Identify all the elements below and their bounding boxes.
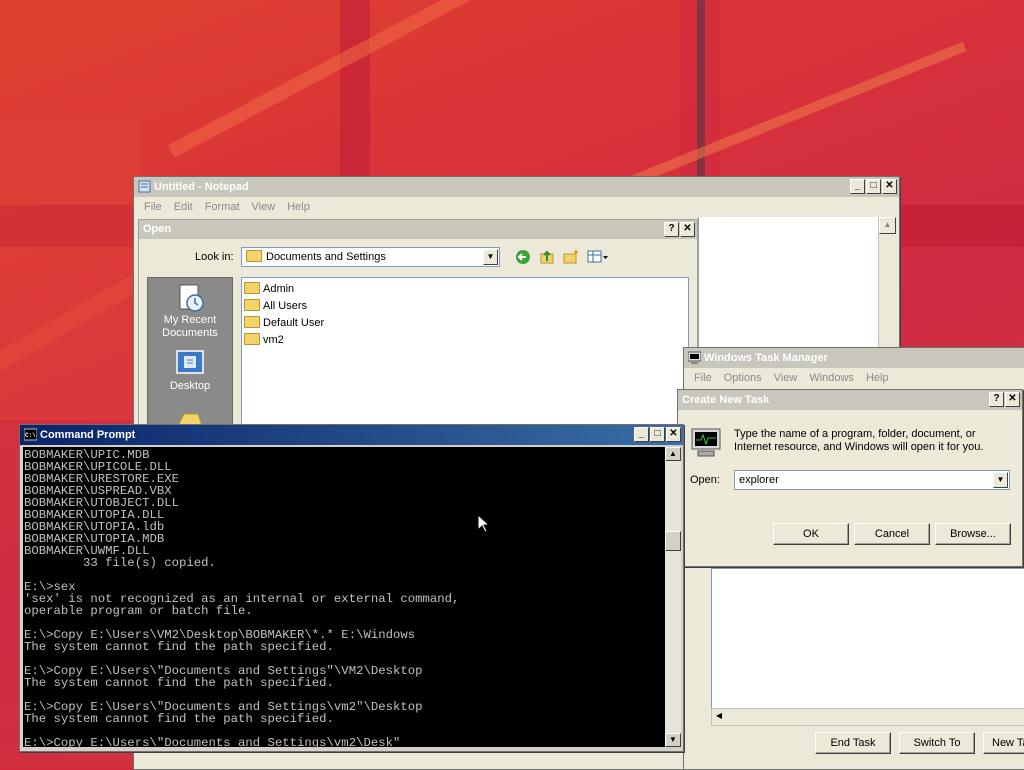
run-program-icon: [690, 426, 724, 460]
places-label: My Recent: [163, 314, 217, 326]
chevron-down-icon[interactable]: ▼: [483, 249, 498, 265]
help-button[interactable]: ?: [989, 392, 1004, 407]
console-line: 33 file(s) copied.: [24, 556, 216, 570]
open-dialog-title: Open: [143, 223, 172, 235]
up-folder-icon[interactable]: [539, 249, 555, 265]
notepad-title: Untitled - Notepad: [154, 181, 249, 193]
menu-file[interactable]: File: [138, 197, 168, 217]
wallpaper-streak: [167, 0, 493, 158]
create-task-prompt: Type the name of a program, folder, docu…: [734, 428, 984, 453]
lookin-value: Documents and Settings: [266, 251, 386, 263]
scroll-up-arrow-icon[interactable]: ▲: [879, 217, 896, 234]
places-label: Desktop: [169, 380, 211, 392]
menu-file[interactable]: File: [688, 368, 718, 388]
mouse-cursor-icon: [477, 513, 491, 533]
maximize-button[interactable]: □: [650, 427, 665, 442]
notepad-icon: [138, 180, 151, 193]
switch-to-button[interactable]: Switch To: [899, 732, 975, 754]
task-list-hscrollbar[interactable]: ◀: [711, 708, 1024, 726]
file-item[interactable]: Default User: [244, 315, 324, 332]
console-line: E:\>Copy E:\Users\"Documents and Setting…: [24, 736, 401, 750]
folder-icon: [244, 333, 260, 346]
places-item-recent[interactable]: My Recent Documents: [148, 278, 232, 344]
menu-view[interactable]: View: [768, 368, 804, 388]
console-icon: C:\: [23, 428, 38, 441]
scroll-left-arrow-icon[interactable]: ◀: [712, 709, 726, 723]
file-item-label: All Users: [263, 300, 308, 312]
svg-text:C:\: C:\: [25, 432, 36, 439]
close-button[interactable]: ✕: [1005, 392, 1020, 407]
lookin-label: Look in:: [195, 251, 234, 263]
close-button[interactable]: ✕: [882, 179, 897, 194]
scroll-thumb[interactable]: [665, 531, 681, 551]
command-prompt-titlebar[interactable]: C:\ Command Prompt _ □ ✕: [20, 425, 683, 445]
create-task-title: Create New Task: [682, 394, 770, 406]
minimize-button[interactable]: _: [634, 427, 649, 442]
menu-help[interactable]: Help: [281, 197, 316, 217]
close-button[interactable]: ✕: [680, 222, 695, 237]
new-task-button[interactable]: New Ta: [983, 732, 1024, 754]
wallpaper-block: [0, 120, 140, 420]
file-item[interactable]: Admin: [244, 281, 324, 298]
file-item-label: vm2: [263, 334, 284, 346]
menu-edit[interactable]: Edit: [168, 197, 199, 217]
places-label: Documents: [162, 327, 218, 339]
console-line: The system cannot find the path specifie…: [24, 712, 334, 726]
task-list[interactable]: [711, 568, 1024, 724]
create-new-task-dialog: Create New Task ? ✕ Type the name of a p…: [677, 389, 1023, 567]
new-folder-icon[interactable]: [563, 249, 579, 265]
open-dialog-titlebar[interactable]: Open ? ✕: [139, 220, 697, 239]
close-button[interactable]: ✕: [666, 427, 681, 442]
console-output[interactable]: BOBMAKER\UPIC.MDB BOBMAKER\UPICOLE.DLL BOB…: [23, 447, 665, 750]
maximize-button[interactable]: □: [866, 179, 881, 194]
menu-options[interactable]: Options: [718, 368, 768, 388]
task-manager-icon: [687, 351, 702, 364]
menu-windows[interactable]: Windows: [803, 368, 860, 388]
file-item-label: Admin: [263, 283, 295, 295]
menu-help[interactable]: Help: [860, 368, 895, 388]
file-item[interactable]: vm2: [244, 332, 324, 349]
chevron-down-icon[interactable]: ▼: [993, 472, 1008, 488]
create-task-titlebar[interactable]: Create New Task ? ✕: [678, 390, 1022, 410]
back-icon[interactable]: [515, 249, 531, 265]
scroll-up-arrow-icon[interactable]: ▲: [665, 447, 681, 461]
notepad-menubar: File Edit Format View Help: [134, 197, 899, 217]
open-combobox[interactable]: explorer ▼: [734, 470, 1010, 490]
console-line: operable program or batch file.: [24, 604, 253, 618]
menu-view[interactable]: View: [246, 197, 282, 217]
recent-documents-icon: [174, 282, 206, 314]
browse-button[interactable]: Browse...: [935, 523, 1011, 545]
view-menu-icon[interactable]: [587, 249, 609, 265]
help-button[interactable]: ?: [664, 222, 679, 237]
folder-icon: [244, 282, 260, 295]
notepad-titlebar[interactable]: Untitled - Notepad _ □ ✕: [134, 177, 899, 197]
console-line: The system cannot find the path specifie…: [24, 676, 334, 690]
task-manager-title: Windows Task Manager: [704, 352, 828, 364]
task-manager-menubar: File Options View Windows Help: [684, 368, 1024, 388]
open-value: explorer: [739, 474, 779, 486]
places-item-desktop[interactable]: Desktop: [148, 348, 232, 398]
open-label: Open:: [690, 474, 720, 486]
ok-button[interactable]: OK: [773, 523, 849, 545]
console-scrollbar[interactable]: ▲ ▼: [665, 447, 681, 747]
desktop-icon: [174, 348, 206, 380]
minimize-button[interactable]: _: [850, 179, 865, 194]
menu-format[interactable]: Format: [199, 197, 246, 217]
scroll-down-arrow-icon[interactable]: ▼: [665, 733, 681, 747]
command-prompt-title: Command Prompt: [40, 429, 136, 441]
file-item[interactable]: All Users: [244, 298, 324, 315]
lookin-dropdown[interactable]: Documents and Settings ▼: [241, 247, 500, 267]
command-prompt-window: C:\ Command Prompt _ □ ✕ BOBMAKER\UPIC.M…: [19, 424, 684, 752]
task-manager-titlebar[interactable]: Windows Task Manager: [684, 348, 1024, 368]
cancel-button[interactable]: Cancel: [854, 523, 930, 545]
folder-icon: [244, 316, 260, 329]
file-item-label: Default User: [263, 317, 325, 329]
console-line: The system cannot find the path specifie…: [24, 640, 334, 654]
folder-icon: [244, 299, 260, 312]
folder-icon: [246, 250, 265, 263]
end-task-button[interactable]: End Task: [815, 732, 891, 754]
